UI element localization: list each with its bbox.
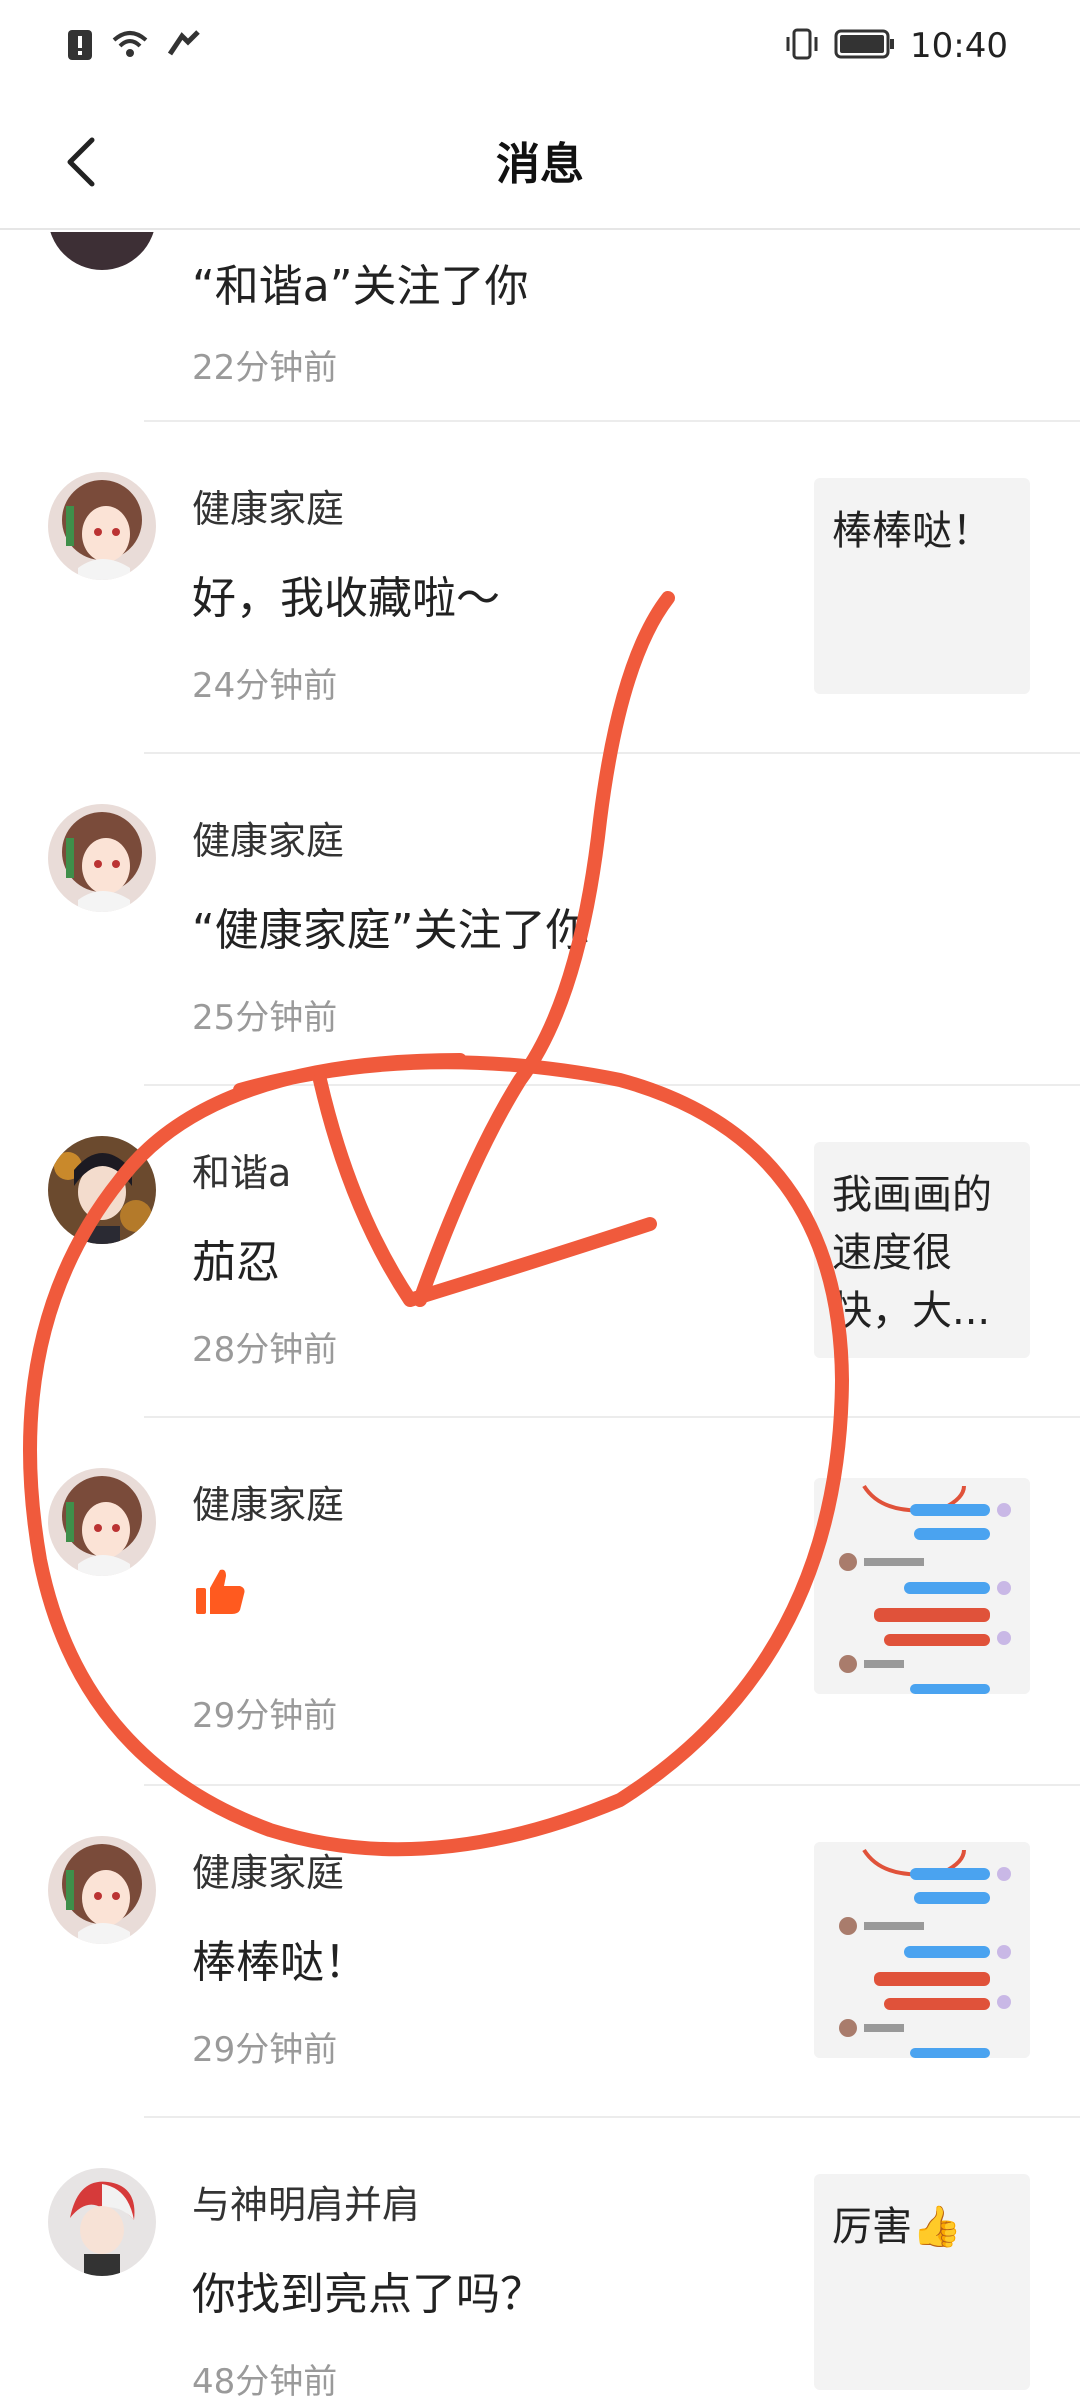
avatar[interactable]: [48, 472, 156, 580]
preview-text: 棒棒哒！: [832, 508, 992, 554]
anime-girl-avatar-icon: [48, 1836, 156, 1944]
message-content: 茄忍: [192, 1237, 280, 1288]
sender-name: 健康家庭: [192, 1483, 345, 1527]
anime-girl-avatar-icon: [48, 1468, 156, 1576]
avatar[interactable]: [48, 232, 156, 270]
chat-screenshot-thumbnail: [814, 1842, 1030, 2058]
reply-preview[interactable]: 棒棒哒！: [814, 478, 1030, 694]
image-preview[interactable]: [814, 1842, 1030, 2058]
list-item[interactable]: 和谐a 茄忍 28分钟前 我画画的速度很快，大...: [0, 1086, 1080, 1418]
avatar[interactable]: [48, 1836, 156, 1944]
list-item[interactable]: 与神明肩并肩 你找到亮点了吗？ 48分钟前 厉害👍: [0, 2118, 1080, 2400]
red-hair-avatar-icon: [48, 2168, 156, 2276]
avatar[interactable]: [48, 1468, 156, 1576]
anime-girl-avatar-icon: [48, 472, 156, 580]
anime-girl-avatar-icon: [48, 804, 156, 912]
message-content: “和谐a”关注了你: [192, 261, 529, 312]
message-content: 好，我收藏啦～: [192, 573, 500, 624]
reply-preview[interactable]: 厉害👍: [814, 2174, 1030, 2390]
sender-name: 健康家庭: [192, 487, 345, 531]
message-content: 你找到亮点了吗？: [192, 2269, 544, 2320]
message-content: 棒棒哒！: [192, 1937, 368, 1988]
vibrate-icon: [784, 27, 820, 65]
message-list[interactable]: “和谐a”关注了你 22分钟前 健康家庭 好，我收藏啦～ 24分钟前 棒棒哒！: [0, 232, 1080, 2400]
list-item[interactable]: 健康家庭 “健康家庭”关注了你 25分钟前: [0, 754, 1080, 1086]
preview-text: 我画画的速度很快，大...: [832, 1172, 992, 1334]
page-title: 消息: [496, 139, 584, 190]
message-time: 22分钟前: [192, 348, 338, 388]
message-content: “健康家庭”关注了你: [192, 905, 590, 956]
thumbs-up-icon: [196, 1569, 245, 1614]
wifi-icon: [110, 28, 150, 66]
title-bar: 消息: [0, 92, 1080, 230]
avatar[interactable]: [48, 1136, 156, 1244]
like-reaction: [192, 1564, 248, 1631]
image-preview[interactable]: [814, 1478, 1030, 1694]
preview-text: 厉害👍: [832, 2204, 962, 2250]
list-item[interactable]: 健康家庭 好，我收藏啦～ 24分钟前 棒棒哒！: [0, 422, 1080, 754]
signal-off-icon: [166, 28, 202, 66]
message-time: 25分钟前: [192, 998, 338, 1038]
battery-icon: [834, 27, 896, 65]
sender-name: 与神明肩并肩: [192, 2183, 421, 2227]
dark-hair-avatar-icon: [48, 1136, 156, 1244]
avatar[interactable]: [48, 804, 156, 912]
message-time: 24分钟前: [192, 666, 338, 706]
avatar[interactable]: [48, 2168, 156, 2276]
sender-name: 和谐a: [192, 1151, 292, 1195]
clock: 10:40: [910, 26, 1008, 66]
message-time: 29分钟前: [192, 1696, 338, 1736]
list-item[interactable]: “和谐a”关注了你 22分钟前: [0, 232, 1080, 422]
status-bar: 10:40: [0, 0, 1080, 92]
list-item[interactable]: 健康家庭 棒棒哒！ 29分钟前: [0, 1786, 1080, 2118]
sender-name: 健康家庭: [192, 1851, 345, 1895]
list-item[interactable]: 健康家庭 29分钟前: [0, 1418, 1080, 1786]
message-time: 28分钟前: [192, 1330, 338, 1370]
message-time: 48分钟前: [192, 2362, 338, 2400]
reply-preview[interactable]: 我画画的速度很快，大...: [814, 1142, 1030, 1358]
alert-icon: [66, 28, 94, 66]
sender-name: 健康家庭: [192, 819, 345, 863]
chat-screenshot-thumbnail: [814, 1478, 1030, 1694]
message-time: 29分钟前: [192, 2030, 338, 2070]
